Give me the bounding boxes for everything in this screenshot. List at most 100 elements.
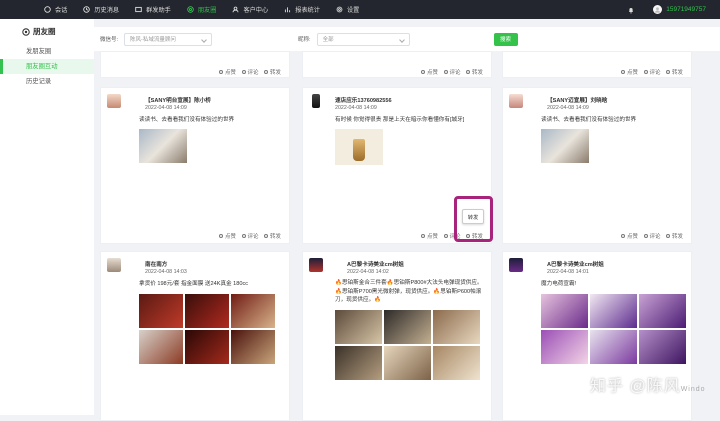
share-icon [666,70,671,74]
post-card: 点赞 评论 转发 [302,51,492,78]
poster-name: A巴黎卡诗美业cm树姐 [547,262,604,268]
forward-button[interactable]: 转发 [264,232,281,240]
like-button[interactable]: 点赞 [621,68,638,76]
forward-tooltip: 转发 [462,209,484,224]
forward-button[interactable]: 转发 [666,232,683,240]
post-card: 【SANY迈宣展】刘晓晗 2022-04-08 14:09 读读书、去看看我们没… [502,87,692,244]
sidebar-title: 朋友圈 [0,19,94,44]
sidebar: 朋友圈 发朋友圈 朋友圈互动 历史记录 [0,19,94,415]
avatar [309,258,323,272]
avatar [509,258,523,272]
share-icon [264,234,269,238]
heart-icon [219,234,224,238]
share-icon [466,70,471,74]
comment-button[interactable]: 评论 [443,68,460,76]
post-image[interactable] [335,129,383,165]
comment-icon [443,70,448,74]
comment-button[interactable]: 评论 [643,68,660,76]
like-button[interactable]: 点赞 [219,232,236,240]
post-time: 2022-04-08 14:09 [547,105,589,111]
post-image[interactable] [384,346,431,380]
nav-label: 报表统计 [295,7,320,14]
bell-icon[interactable] [627,6,635,14]
like-button[interactable]: 点赞 [621,232,638,240]
post-image[interactable] [433,346,480,380]
avatar [107,94,121,108]
nav-label: 群发助手 [146,7,171,14]
share-icon [264,70,269,74]
post-text: 拿货价 198元/套 指金面膜 送24K真金 180cc [139,281,249,287]
post-image[interactable] [185,294,229,328]
post-image[interactable] [433,310,480,344]
post-text: 有时候 你觉得很贵 那是上天在暗示你看懂你有[城牙] [335,117,465,123]
heart-icon [219,70,224,74]
account-menu[interactable]: 15971949757 [653,5,706,14]
nav-item-broadcast[interactable]: 群发助手 [127,0,179,19]
post-image[interactable] [541,330,588,364]
post-card: 【SANY明台宣展】陈小桥 2022-04-08 14:09 读读书、去看看我们… [100,87,290,244]
broadcast-icon [135,6,142,13]
nav-item-customer[interactable]: 客户中心 [224,0,276,19]
post-time: 2022-04-08 14:09 [335,105,377,111]
nickname-select[interactable]: 全部 [316,32,410,46]
comment-button[interactable]: 评论 [241,68,258,76]
post-image[interactable] [590,330,637,364]
forward-button[interactable]: 转发 [666,68,683,76]
post-image[interactable] [541,294,588,328]
post-card: A巴黎卡诗美业cm树姐 2022-04-08 14:02 🔥思铂斯金合三件套🔥思… [302,251,492,421]
post-card: 点赞 评论 转发 [502,51,692,78]
moments-icon [187,6,194,13]
user-icon [233,6,239,13]
post-time: 2022-04-08 14:09 [145,105,187,111]
heart-icon [421,234,426,238]
post-image[interactable] [384,310,431,344]
post-image[interactable] [231,294,275,328]
nav-item-history[interactable]: 历史消息 [75,0,127,19]
sidebar-item-post-moments[interactable]: 发朋友圈 [0,44,94,59]
like-button[interactable]: 点赞 [421,68,438,76]
wechat-select[interactable]: 陈风-私域流量顾问 [124,32,213,46]
comment-button[interactable]: 评论 [643,232,660,240]
comment-icon [643,70,648,74]
avatar [509,94,523,108]
post-text: 魔力电荷宣霸! [541,281,577,287]
sidebar-item-history[interactable]: 历史记录 [0,74,94,89]
gear-icon [336,6,343,13]
like-button[interactable]: 点赞 [421,232,438,240]
post-image[interactable] [541,129,589,163]
post-image[interactable] [335,310,382,344]
sidebar-item-moments-interaction[interactable]: 朋友圈互动 [0,59,94,74]
post-image[interactable] [335,346,382,380]
nav-item-settings[interactable]: 设置 [328,0,367,19]
nav-item-report[interactable]: 报表统计 [276,0,328,19]
post-image[interactable] [231,330,275,364]
nav-item-moments[interactable]: 朋友圈 [179,0,225,19]
post-image[interactable] [139,330,183,364]
heart-icon [421,70,426,74]
post-image[interactable] [590,294,637,328]
poster-name: 【SANY迈宣展】刘晓晗 [547,98,608,104]
like-button[interactable]: 点赞 [219,68,236,76]
wechat-label: 微信号: [100,37,119,43]
nickname-label: 昵称: [298,37,311,43]
comment-button[interactable]: 评论 [241,232,258,240]
poster-name: 【SANY明台宣展】陈小桥 [145,98,211,104]
forward-button[interactable]: 转发 [466,68,483,76]
poster-name: A巴黎卡诗美业cm树姐 [347,262,404,268]
forward-button[interactable]: 转发 [264,68,281,76]
nav-item-chat[interactable]: 会话 [36,0,75,19]
share-icon [666,234,671,238]
post-text: 读读书、去看看我们没有体验过的世界 [541,117,637,123]
poster-name: 南在南方 [145,262,168,268]
moments-icon [22,27,30,36]
post-image[interactable] [139,294,183,328]
chevron-down-icon [201,36,207,43]
comment-icon [443,234,448,238]
history-icon [83,6,91,13]
post-image[interactable] [639,330,686,364]
post-image[interactable] [185,330,229,364]
post-image[interactable] [639,294,686,328]
search-button[interactable]: 搜索 [493,32,518,46]
post-image[interactable] [139,129,187,163]
nav-label: 设置 [346,7,360,14]
